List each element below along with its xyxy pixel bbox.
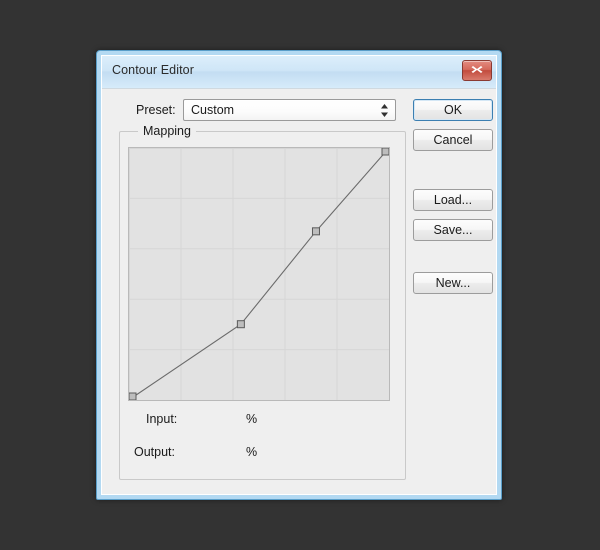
input-readout-row: Input: %: [120, 412, 405, 430]
contour-curve-graph[interactable]: [128, 147, 390, 401]
load-button[interactable]: Load...: [413, 189, 493, 211]
graph-gridlines: [129, 148, 389, 400]
contour-curve-line: [130, 149, 389, 400]
ok-button[interactable]: OK: [413, 99, 493, 121]
output-readout-row: Output: %: [120, 445, 405, 463]
preset-selected-value: Custom: [191, 103, 234, 117]
window-title: Contour Editor: [112, 63, 194, 77]
input-unit: %: [246, 412, 257, 426]
contour-editor-dialog: Contour Editor Preset: Custom: [96, 50, 502, 500]
preset-label: Preset:: [136, 103, 176, 117]
close-button[interactable]: [462, 60, 492, 81]
close-x-icon: [470, 64, 484, 75]
output-unit: %: [246, 445, 257, 459]
input-label: Input:: [146, 412, 177, 426]
dialog-inner-frame: Contour Editor Preset: Custom: [101, 55, 497, 495]
contour-control-points[interactable]: [129, 148, 389, 400]
contour-curve-svg[interactable]: [129, 148, 389, 400]
spinner-updown-icon[interactable]: [380, 103, 389, 118]
new-button[interactable]: New...: [413, 272, 493, 294]
preset-dropdown[interactable]: Custom: [183, 99, 396, 121]
save-button[interactable]: Save...: [413, 219, 493, 241]
title-bar[interactable]: Contour Editor: [102, 56, 496, 89]
mapping-legend: Mapping: [138, 124, 196, 138]
mapping-groupbox: Mapping Input: % Output:: [119, 131, 406, 480]
output-label: Output:: [134, 445, 175, 459]
cancel-button[interactable]: Cancel: [413, 129, 493, 151]
dialog-body: Preset: Custom Mapping: [102, 89, 496, 494]
